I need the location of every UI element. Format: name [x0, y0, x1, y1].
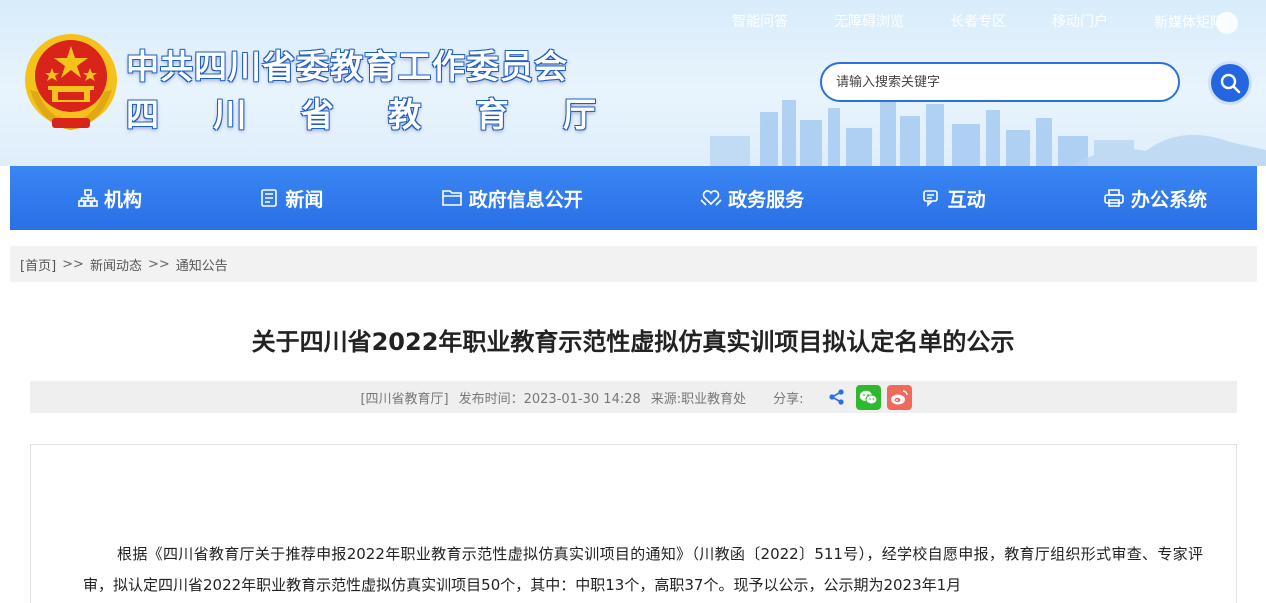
link-mobile-portal[interactable]: 移动门户 — [1052, 12, 1108, 34]
title-sub-char: 省 — [300, 95, 334, 134]
title-sub-char: 四 — [126, 95, 159, 134]
weibo-icon — [890, 389, 908, 404]
article-title: 关于四川省2022年职业教育示范性虚拟仿真实训项目拟认定名单的公示 — [251, 328, 1015, 356]
article-publish-time: 发布时间：2023-01-30 14:28 — [458, 391, 641, 407]
share-label: 分享: — [773, 391, 804, 407]
site-title-main: 中共四川省委教育工作委员会 — [126, 47, 568, 86]
site-header: 中共四川省委教育工作委员会 四 川 省 教 育 厅 智能问答 无障碍浏览 长者专… — [0, 0, 1266, 166]
article-content: 根据《四川省教育厅关于推荐申报2022年职业教育示范性虚拟仿真实训项目的通知》（… — [30, 444, 1237, 603]
nav-label: 办公系统 — [1130, 188, 1207, 211]
folder-icon — [441, 190, 462, 206]
wechat-icon — [859, 390, 878, 404]
new-media-label: 新媒体矩阵 — [1154, 15, 1224, 31]
main-nav: 机构 新闻 政府信息公开 政务服务 互动 办公系统 — [10, 166, 1257, 230]
nav-item-organization[interactable]: 机构 — [78, 185, 142, 212]
site-title-sub: 四 川 省 教 育 厅 — [126, 88, 596, 136]
share-nodes-icon — [829, 389, 844, 405]
title-sub-char: 育 — [475, 95, 509, 134]
search-box — [820, 62, 1180, 102]
share-icons — [825, 384, 912, 410]
weibo-share-button[interactable] — [886, 384, 912, 410]
link-smart-qa[interactable]: 智能问答 — [732, 12, 788, 34]
nav-label: 机构 — [104, 188, 143, 211]
search-input[interactable] — [836, 74, 1156, 90]
search-button[interactable] — [1208, 61, 1252, 105]
wechat-share-button[interactable] — [855, 384, 881, 410]
link-new-media-matrix[interactable]: 新媒体矩阵 — [1154, 12, 1238, 34]
breadcrumb-separator: >> — [62, 256, 84, 272]
printer-icon — [1104, 189, 1124, 207]
share-icon[interactable] — [825, 385, 850, 410]
nav-label: 新闻 — [285, 188, 324, 211]
nav-label: 政务服务 — [728, 188, 805, 211]
nav-item-gov-services[interactable]: 政务服务 — [700, 185, 804, 212]
location-pin-icon — [1216, 12, 1238, 34]
article-source: 来源:职业教育处 — [650, 391, 747, 407]
breadcrumb-separator: >> — [147, 256, 170, 272]
breadcrumb-home[interactable]: [首页] — [20, 255, 56, 274]
nav-item-office-system[interactable]: 办公系统 — [1103, 185, 1207, 212]
breadcrumb: [首页] >> 新闻动态 >> 通知公告 — [10, 246, 1257, 282]
org-chart-icon — [78, 189, 98, 207]
title-sub-char: 教 — [388, 95, 422, 134]
link-accessibility[interactable]: 无障碍浏览 — [834, 12, 904, 34]
search-icon — [1220, 73, 1241, 94]
article-body-paragraph: 根据《四川省教育厅关于推荐申报2022年职业教育示范性虚拟仿真实训项目的通知》（… — [83, 545, 1203, 594]
breadcrumb-news[interactable]: 新闻动态 — [90, 255, 142, 274]
nav-item-news[interactable]: 新闻 — [259, 185, 323, 212]
heart-hands-icon — [700, 190, 722, 206]
title-sub-char: 川 — [213, 95, 247, 134]
nav-label: 互动 — [947, 188, 986, 211]
nav-label: 政府信息公开 — [468, 188, 583, 211]
news-icon — [261, 189, 278, 207]
nav-item-gov-info-disclosure[interactable]: 政府信息公开 — [441, 185, 583, 212]
link-elderly-zone[interactable]: 长者专区 — [950, 12, 1006, 34]
title-sub-char: 厅 — [562, 95, 596, 134]
article-meta: [四川省教育厅] 发布时间：2023-01-30 14:28 来源:职业教育处 … — [30, 381, 1237, 413]
nav-item-interaction[interactable]: 互动 — [922, 185, 986, 212]
top-links: 智能问答 无障碍浏览 长者专区 移动门户 新媒体矩阵 — [686, 12, 1238, 34]
article-publisher: [四川省教育厅] — [360, 391, 449, 407]
chat-icon — [922, 190, 938, 207]
breadcrumb-notices[interactable]: 通知公告 — [176, 255, 228, 274]
national-emblem-logo — [25, 34, 117, 130]
